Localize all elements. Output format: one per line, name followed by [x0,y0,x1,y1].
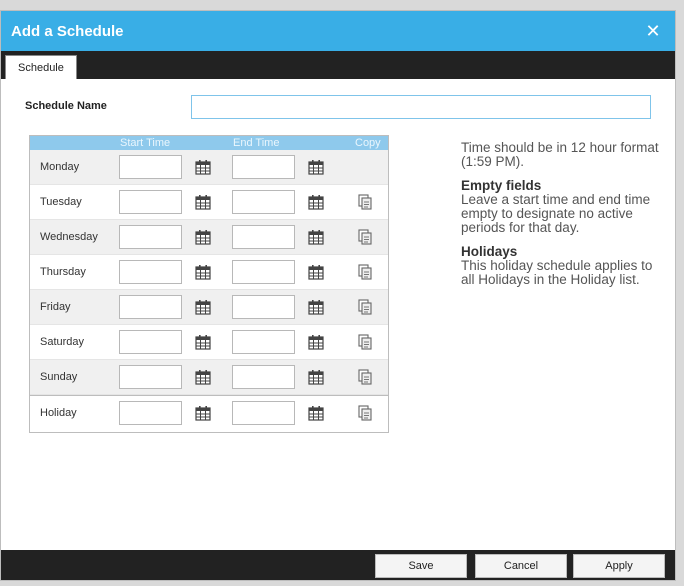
col-header-start-time: Start Time [120,137,171,149]
close-icon[interactable]: ✕ [643,21,663,41]
calendar-icon[interactable] [308,229,324,245]
grid-header: Start Time End Time Copy [30,136,388,150]
copy-icon[interactable] [358,369,372,385]
calendar-icon[interactable] [195,299,211,315]
day-label: Wednesday [40,231,98,243]
calendar-icon[interactable] [195,159,211,175]
calendar-icon[interactable] [195,264,211,280]
copy-icon[interactable] [358,334,372,350]
schedule-name-row: Schedule Name [25,95,651,119]
day-label: Tuesday [40,196,82,208]
calendar-icon[interactable] [195,229,211,245]
start-time-input[interactable] [119,330,182,354]
dialog-footer: Save Cancel Apply [1,550,675,580]
calendar-icon[interactable] [308,334,324,350]
end-time-input[interactable] [232,260,295,284]
day-label: Sunday [40,371,78,383]
help-holidays-heading: Holidays [461,244,518,259]
save-button[interactable]: Save [375,554,467,578]
calendar-icon[interactable] [195,405,211,421]
schedule-row-friday: Friday [30,290,388,325]
help-empty-fields: Empty fields Leave a start time and end … [461,179,661,235]
schedule-grid: Start Time End Time Copy Monday Tuesday [29,135,389,433]
start-time-input[interactable] [119,190,182,214]
tab-schedule[interactable]: Schedule [5,55,77,79]
add-schedule-dialog: Add a Schedule ✕ Schedule Schedule Name … [0,10,676,581]
start-time-input[interactable] [119,295,182,319]
col-header-end-time: End Time [233,137,280,149]
calendar-icon[interactable] [308,159,324,175]
dialog-titlebar: Add a Schedule ✕ [1,11,675,51]
help-holidays: Holidays This holiday schedule applies t… [461,245,661,287]
start-time-input[interactable] [119,225,182,249]
day-label: Thursday [40,266,86,278]
end-time-input[interactable] [232,155,295,179]
copy-icon[interactable] [358,299,372,315]
copy-icon[interactable] [358,405,372,421]
calendar-icon[interactable] [195,194,211,210]
cancel-button[interactable]: Cancel [475,554,567,578]
end-time-input[interactable] [232,295,295,319]
calendar-icon[interactable] [308,194,324,210]
end-time-input[interactable] [232,401,295,425]
dialog-title: Add a Schedule [11,22,124,40]
end-time-input[interactable] [232,190,295,214]
day-label: Friday [40,301,71,313]
start-time-input[interactable] [119,155,182,179]
calendar-icon[interactable] [308,369,324,385]
day-label: Holiday [40,407,77,419]
schedule-row-wednesday: Wednesday [30,220,388,255]
help-panel: Time should be in 12 hour format (1:59 P… [461,141,661,297]
day-label: Monday [40,161,80,173]
copy-icon[interactable] [358,264,372,280]
copy-icon[interactable] [358,229,372,245]
end-time-input[interactable] [232,330,295,354]
start-time-input[interactable] [119,401,182,425]
col-header-copy: Copy [355,137,381,149]
calendar-icon[interactable] [308,299,324,315]
schedule-row-tuesday: Tuesday [30,185,388,220]
help-holidays-text: This holiday schedule applies to all Hol… [461,258,653,287]
help-intro: Time should be in 12 hour format (1:59 P… [461,140,659,169]
start-time-input[interactable] [119,365,182,389]
calendar-icon[interactable] [308,264,324,280]
tab-strip: Schedule [1,51,675,79]
end-time-input[interactable] [232,225,295,249]
schedule-row-thursday: Thursday [30,255,388,290]
start-time-input[interactable] [119,260,182,284]
help-empty-heading: Empty fields [461,178,542,193]
schedule-row-saturday: Saturday [30,325,388,360]
help-empty-text: Leave a start time and end time empty to… [461,192,651,235]
calendar-icon[interactable] [195,334,211,350]
calendar-icon[interactable] [308,405,324,421]
schedule-name-label: Schedule Name [25,100,107,112]
end-time-input[interactable] [232,365,295,389]
schedule-name-input[interactable] [191,95,651,119]
copy-icon[interactable] [358,194,372,210]
day-label: Saturday [40,336,85,348]
schedule-row-monday: Monday [30,150,388,185]
calendar-icon[interactable] [195,369,211,385]
schedule-row-holiday: Holiday [30,395,388,432]
schedule-row-sunday: Sunday [30,360,388,395]
apply-button[interactable]: Apply [573,554,665,578]
